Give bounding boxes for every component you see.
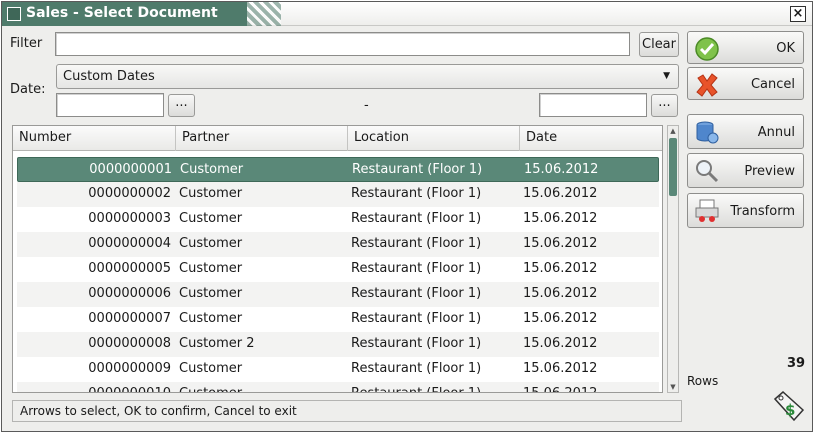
cell-number: 0000000010	[21, 386, 171, 392]
cell-date: 15.06.2012	[523, 186, 598, 201]
date-from-input[interactable]	[56, 93, 164, 117]
table-row[interactable]: 0000000008 Customer 2 Restaurant (Floor 1)…	[17, 332, 659, 357]
cell-partner: Customer	[179, 186, 243, 201]
svg-text:$: $	[785, 401, 795, 419]
transform-label: Transform	[730, 204, 795, 219]
cell-partner: Customer	[179, 211, 243, 226]
window-menu-icon[interactable]	[7, 7, 21, 21]
cell-location: Restaurant (Floor 1)	[352, 162, 483, 177]
rows-label: Rows	[687, 374, 719, 388]
cell-partner: Customer	[179, 236, 243, 251]
cell-location: Restaurant (Floor 1)	[351, 211, 482, 226]
table-row[interactable]: 0000000005 Customer Restaurant (Floor 1) 15…	[17, 257, 659, 282]
cell-date: 15.06.2012	[523, 386, 597, 392]
cell-partner: Customer	[179, 261, 243, 276]
column-header-partner[interactable]: Partner	[176, 126, 348, 151]
table-row[interactable]: 0000000006 Customer Restaurant (Floor 1) 15…	[17, 282, 659, 307]
chevron-down-icon: ▼	[663, 71, 670, 81]
column-header-number[interactable]: Number	[13, 126, 176, 151]
transform-button[interactable]: Transform	[687, 193, 804, 228]
cell-number: 0000000001	[89, 162, 172, 177]
printer-icon	[695, 199, 719, 222]
cell-partner: Customer	[179, 386, 242, 392]
cell-date: 15.06.2012	[524, 162, 599, 177]
cell-partner: Customer	[179, 361, 243, 376]
preview-label: Preview	[744, 164, 795, 179]
x-icon	[696, 73, 718, 97]
table-row[interactable]: 0000000001 Customer Restaurant (Floor 1) 15…	[17, 157, 659, 182]
cell-location: Restaurant (Floor 1)	[351, 386, 481, 392]
date-to-input[interactable]	[539, 93, 647, 117]
cell-location: Restaurant (Floor 1)	[351, 236, 482, 251]
cell-location: Restaurant (Floor 1)	[351, 261, 482, 276]
column-header-location[interactable]: Location	[348, 126, 520, 151]
cell-location: Restaurant (Floor 1)	[351, 286, 482, 301]
cell-number: 0000000009	[88, 361, 171, 376]
filter-label: Filter	[10, 36, 43, 51]
title-bar-fade	[247, 2, 281, 26]
table-scrollbar[interactable]: ▲ ▼	[667, 125, 679, 393]
check-icon	[695, 37, 719, 61]
cell-number: 0000000002	[88, 186, 171, 201]
date-to-browse-button[interactable]: ...	[651, 94, 678, 117]
scroll-up-icon[interactable]: ▲	[668, 126, 678, 136]
documents-table[interactable]: Number Partner Location Date 0000000001 C…	[12, 125, 663, 393]
cell-number: 0000000003	[88, 211, 171, 226]
table-body: 0000000001 Customer Restaurant (Floor 1) 15…	[17, 157, 659, 392]
table-row[interactable]: 0000000010 Customer Restaurant (Floor 1) 15…	[17, 382, 659, 392]
cell-partner: Customer	[179, 286, 243, 301]
cancel-label: Cancel	[750, 77, 795, 92]
table-row[interactable]: 0000000007 Customer Restaurant (Floor 1) 15…	[17, 307, 659, 332]
close-button[interactable]: ×	[790, 6, 806, 22]
status-bar: Arrows to select, OK to confirm, Cancel …	[12, 400, 682, 422]
cell-date: 15.06.2012	[523, 336, 598, 351]
table-row[interactable]: 0000000002 Customer Restaurant (Floor 1) 15…	[17, 182, 659, 207]
cell-number: 0000000008	[88, 336, 171, 351]
cell-number: 0000000004	[88, 236, 171, 251]
database-icon	[696, 121, 719, 144]
cell-partner: Customer 2	[179, 336, 255, 351]
cell-number: 0000000005	[88, 261, 171, 276]
cell-location: Restaurant (Floor 1)	[351, 311, 482, 326]
table-row[interactable]: 0000000009 Customer Restaurant (Floor 1) 15…	[17, 357, 659, 382]
price-tag-icon[interactable]: $	[772, 390, 806, 422]
cell-location: Restaurant (Floor 1)	[351, 361, 482, 376]
window-title: Sales - Select Document	[26, 5, 218, 21]
cancel-button[interactable]: Cancel	[687, 67, 804, 100]
date-label: Date:	[10, 82, 46, 97]
ok-button[interactable]: OK	[687, 31, 804, 64]
select-document-window: Sales - Select Document × Filter Clear D…	[1, 1, 813, 432]
cell-location: Restaurant (Floor 1)	[351, 186, 482, 201]
date-from-browse-button[interactable]: ...	[168, 94, 195, 117]
magnifier-icon	[696, 160, 719, 183]
date-mode-value: Custom Dates	[63, 69, 155, 84]
cell-number: 0000000006	[88, 286, 171, 301]
cell-number: 0000000007	[88, 311, 171, 326]
cell-date: 15.06.2012	[523, 361, 598, 376]
date-mode-select[interactable]: Custom Dates ▼	[56, 64, 679, 89]
column-header-date[interactable]: Date	[520, 126, 662, 151]
title-bar[interactable]: Sales - Select Document ×	[2, 2, 812, 26]
table-row[interactable]: 0000000004 Customer Restaurant (Floor 1) 15…	[17, 232, 659, 257]
clear-button[interactable]: Clear	[639, 32, 679, 57]
ok-label: OK	[776, 41, 795, 56]
scroll-down-icon[interactable]: ▼	[668, 382, 678, 392]
table-row[interactable]: 0000000003 Customer Restaurant (Floor 1) 15…	[17, 207, 659, 232]
cell-partner: Customer	[180, 162, 244, 177]
cell-date: 15.06.2012	[523, 311, 598, 326]
cell-date: 15.06.2012	[523, 261, 598, 276]
cell-date: 15.06.2012	[523, 211, 598, 226]
annul-label: Annul	[757, 125, 795, 140]
cell-location: Restaurant (Floor 1)	[351, 336, 482, 351]
filter-input[interactable]	[55, 32, 630, 56]
cell-date: 15.06.2012	[523, 236, 598, 251]
annul-button[interactable]: Annul	[687, 114, 804, 149]
date-separator: -	[364, 98, 369, 113]
cell-partner: Customer	[179, 311, 243, 326]
preview-button[interactable]: Preview	[687, 153, 804, 188]
table-header: Number Partner Location Date	[13, 126, 662, 151]
rows-count: 39	[787, 356, 806, 371]
cell-date: 15.06.2012	[523, 286, 598, 301]
scrollbar-thumb[interactable]	[669, 138, 677, 196]
